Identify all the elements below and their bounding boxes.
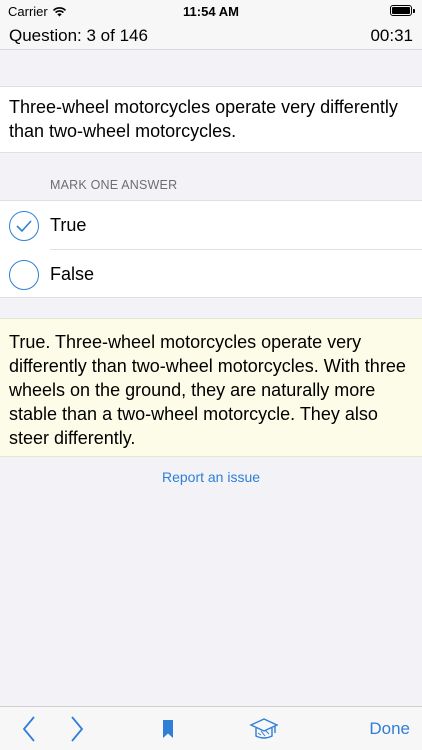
status-bar: Carrier 11:54 AM	[0, 0, 422, 22]
answer-label: True	[50, 215, 87, 235]
timer: 00:31	[370, 26, 413, 45]
radio-circle-icon	[9, 260, 39, 290]
bookmark-button[interactable]	[155, 707, 181, 750]
study-button[interactable]	[246, 707, 282, 750]
answer-option-true[interactable]: True	[0, 201, 422, 250]
done-button[interactable]: Done	[369, 707, 410, 750]
question-text: Three-wheel motorcycles operate very dif…	[9, 97, 398, 141]
answer-label: False	[50, 264, 95, 284]
checkmark-icon	[9, 211, 39, 241]
bookmark-icon	[163, 720, 173, 738]
explanation-text: True. Three-wheel motorcycles operate ve…	[9, 332, 406, 448]
clock: 11:54 AM	[183, 4, 239, 19]
explanation-box: True. Three-wheel motorcycles operate ve…	[0, 318, 422, 457]
battery-icon	[390, 5, 415, 16]
answer-option-false[interactable]: False	[0, 250, 422, 298]
quiz-header: Question: 3 of 146 00:31	[0, 22, 422, 50]
chevron-right-icon	[71, 716, 84, 742]
previous-button[interactable]	[14, 707, 44, 750]
next-button[interactable]	[62, 707, 92, 750]
bottom-toolbar: Done	[0, 706, 422, 750]
chevron-left-icon	[22, 716, 35, 742]
graduation-cap-icon	[249, 718, 279, 739]
question-card: Three-wheel motorcycles operate very dif…	[0, 86, 422, 153]
answer-section-title: MARK ONE ANSWER	[50, 178, 178, 192]
report-issue-link[interactable]: Report an issue	[0, 469, 422, 485]
question-counter: Question: 3 of 146	[9, 26, 148, 45]
answer-list: True False	[0, 200, 422, 298]
